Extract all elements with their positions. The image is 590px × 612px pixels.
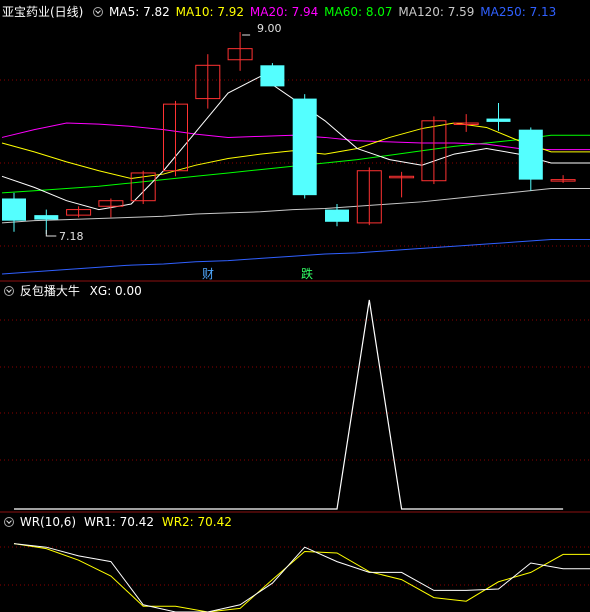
event-marker-finance[interactable]: 财	[202, 265, 214, 282]
price-high-label: 9.00	[257, 22, 282, 35]
stock-chart-canvas[interactable]	[0, 0, 590, 612]
price-low-label: 7.18	[59, 230, 84, 243]
candle-body-down	[292, 98, 317, 196]
event-marker-drop[interactable]: 跌	[301, 265, 313, 282]
candle-body-down	[486, 118, 511, 122]
candle-body-down	[260, 65, 285, 87]
ma250-line	[1, 239, 590, 275]
wr2-line	[13, 543, 590, 612]
candle-body-down	[518, 129, 543, 180]
low-callout	[45, 230, 57, 237]
candle-body-down	[325, 209, 349, 222]
xg-line	[14, 299, 564, 510]
candle-body-down	[34, 215, 59, 220]
candle-body-down	[2, 198, 26, 221]
